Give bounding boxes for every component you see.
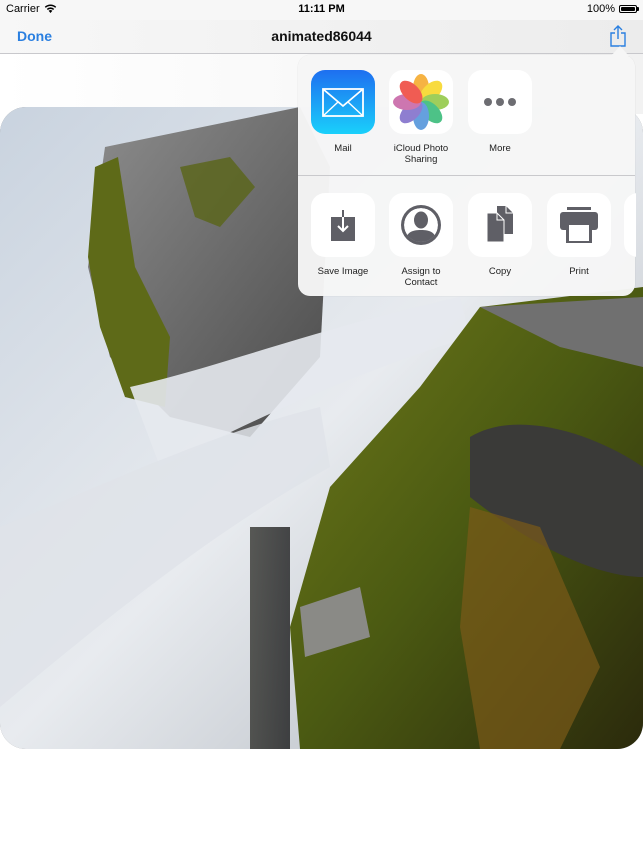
mail-icon — [311, 70, 375, 134]
clock: 11:11 PM — [298, 3, 345, 15]
action-label: Save Image — [317, 266, 369, 277]
copy-icon — [468, 193, 532, 257]
print-icon — [547, 193, 611, 257]
contact-icon — [389, 193, 453, 257]
popover-arrow — [611, 46, 629, 56]
share-app-label: iCloud Photo Sharing — [393, 143, 449, 165]
action-print[interactable]: Print — [546, 193, 612, 277]
action-save-image[interactable]: Save Image — [310, 193, 376, 277]
share-app-label: Mail — [334, 143, 352, 154]
battery-percentage: 100% — [586, 3, 615, 15]
share-app-more[interactable]: More — [467, 70, 533, 154]
share-app-label: More — [489, 143, 511, 154]
action-label: Copy — [488, 266, 512, 277]
page-title: animated86044 — [271, 28, 372, 44]
share-app-icloud-photo-sharing[interactable]: iCloud Photo Sharing — [388, 70, 454, 165]
share-app-mail[interactable]: Mail — [310, 70, 376, 154]
section-divider — [298, 175, 635, 176]
photos-icon — [389, 70, 453, 134]
share-icon[interactable] — [608, 24, 628, 48]
navigation-bar: Done animated86044 — [0, 20, 643, 54]
action-partially-visible[interactable] — [624, 193, 636, 257]
share-sheet-popover: Mail iCloud Photo Sharing More Save Imag… — [298, 46, 636, 296]
action-label: Assign to Contact — [401, 266, 441, 288]
more-icon — [468, 70, 532, 134]
action-copy[interactable]: Copy — [467, 193, 533, 277]
done-button[interactable]: Done — [17, 28, 52, 44]
action-label: Print — [569, 266, 589, 277]
action-assign-to-contact[interactable]: Assign to Contact — [388, 193, 454, 288]
save-image-icon — [311, 193, 375, 257]
next-action-icon — [624, 193, 636, 257]
status-bar: Carrier 11:11 PM 100% — [0, 0, 643, 20]
battery-icon — [619, 5, 639, 13]
